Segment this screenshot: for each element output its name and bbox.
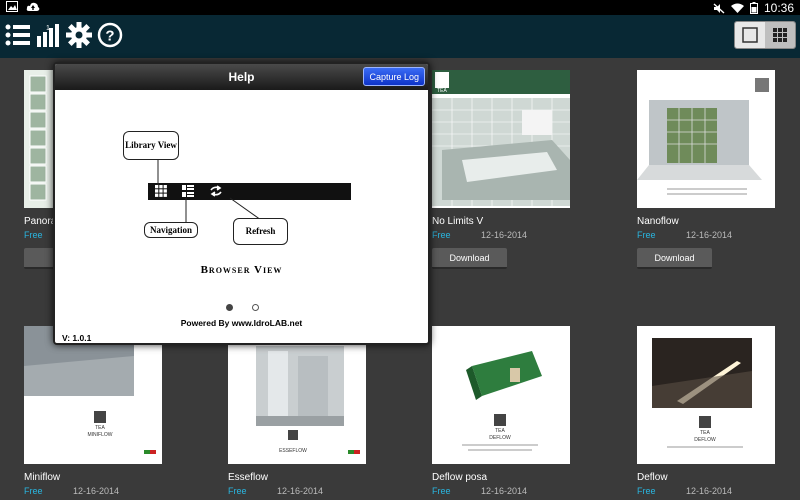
signal-chart-icon[interactable]: 1	[34, 20, 64, 50]
callout-pointers	[157, 159, 262, 225]
cloud-upload-icon	[26, 2, 40, 11]
catalog-price: Free	[432, 486, 451, 496]
catalog-date: 12-16-2014	[481, 486, 528, 496]
catalog-date: 12-16-2014	[73, 486, 120, 496]
catalog-title: Panora	[24, 216, 57, 227]
list-icon[interactable]	[3, 20, 33, 50]
thumb-product: ESSEFLOW	[279, 448, 307, 454]
catalog-date: 12-16-2014	[686, 486, 733, 496]
svg-text:1: 1	[46, 25, 50, 32]
thumb-product: DEFLOW	[694, 437, 716, 443]
thumb-brand: TEA	[95, 425, 105, 431]
catalog-price: Free	[637, 230, 656, 240]
catalog-price: Free	[24, 230, 43, 240]
thumb-product: DEFLOW	[489, 435, 511, 441]
catalog-date: 12-16-2014	[277, 486, 324, 496]
catalog-thumbnail[interactable]: TEA MINIFLOW	[24, 326, 162, 464]
gallery-icon	[6, 1, 18, 12]
status-bar: 10:36	[0, 0, 800, 15]
wifi-icon	[730, 3, 744, 13]
catalog-title: Miniflow	[24, 472, 61, 483]
gear-icon[interactable]	[64, 20, 94, 50]
callout-library-view: Library View	[123, 131, 179, 160]
catalog-thumbnail[interactable]: ESSEFLOW	[228, 326, 366, 464]
single-view-button[interactable]	[735, 22, 765, 48]
catalog-thumbnail[interactable]: TEA DEFLOW	[432, 326, 570, 464]
battery-icon	[749, 2, 758, 14]
grid-view-button[interactable]	[765, 22, 795, 48]
catalog-title: Deflow posa	[432, 472, 488, 483]
catalog-thumbnail[interactable]	[637, 70, 775, 208]
callout-refresh: Refresh	[233, 218, 288, 245]
callout-navigation: Navigation	[144, 222, 198, 238]
catalog-price: Free	[228, 486, 247, 496]
page-indicator-inactive[interactable]	[252, 304, 259, 311]
catalog-thumbnail[interactable]: TEA DEFLOW	[637, 326, 775, 464]
catalog-title: Deflow	[637, 472, 668, 483]
svg-text:TEA: TEA	[437, 88, 447, 94]
catalog-price: Free	[432, 230, 451, 240]
square-icon	[742, 27, 758, 43]
clock: 10:36	[763, 1, 794, 15]
page-indicator-active[interactable]	[226, 304, 233, 311]
catalog-price: Free	[24, 486, 43, 496]
grid-icon	[773, 28, 787, 42]
download-button[interactable]: Download	[432, 248, 507, 269]
catalog-title: No Limits V	[432, 216, 484, 227]
view-toggle	[734, 21, 796, 49]
catalog-date: 12-16-2014	[481, 230, 528, 240]
help-icon[interactable]: ?	[95, 20, 125, 50]
thumb-brand: TEA	[495, 428, 505, 434]
mute-icon	[713, 2, 725, 14]
catalog-title: Nanoflow	[637, 216, 679, 227]
catalog-title: Esseflow	[228, 472, 269, 483]
thumb-brand: TEA	[700, 430, 710, 436]
help-dialog: Help Capture Log Library View Navigation…	[53, 62, 430, 345]
catalog-date: 12-16-2014	[686, 230, 733, 240]
svg-text:?: ?	[105, 28, 114, 45]
help-caption: Browser View	[200, 264, 283, 276]
download-button[interactable]: Download	[637, 248, 712, 269]
powered-by-text: Powered By www.IdroLAB.net	[180, 318, 303, 328]
app-toolbar: 1 ?	[0, 15, 800, 58]
version-text: V: 1.0.1	[62, 333, 92, 343]
catalog-thumbnail[interactable]: TEA	[432, 70, 570, 208]
catalog-price: Free	[637, 486, 656, 496]
thumb-product: MINIFLOW	[88, 432, 113, 438]
